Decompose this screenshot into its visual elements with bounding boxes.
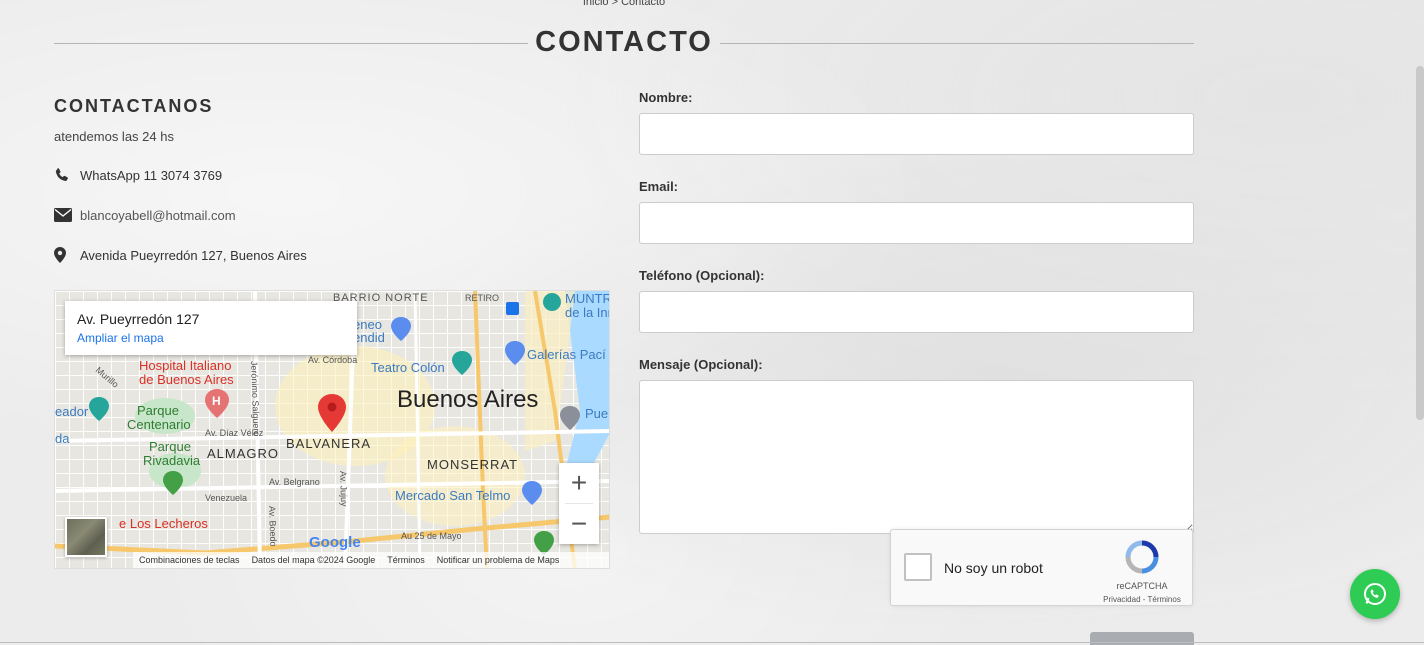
map-label-geneo-2: endid bbox=[353, 330, 385, 345]
message-field[interactable] bbox=[639, 380, 1194, 534]
recaptcha-widget: No soy un robot reCAPTCHA Privacidad - T… bbox=[890, 529, 1193, 606]
title-divider-left bbox=[54, 43, 528, 44]
map-label-av-boedo: Av. Boedo bbox=[267, 506, 278, 547]
map-label-almagro: ALMAGRO bbox=[207, 446, 279, 461]
map-label-teatro-colon: Teatro Colón bbox=[371, 360, 445, 375]
museum-icon bbox=[543, 293, 561, 311]
map-label-av-cordoba: Av. Córdoba bbox=[308, 355, 357, 365]
breadcrumb-home[interactable]: Inicio bbox=[583, 0, 609, 8]
map-label-hospital-2: de Buenos Aires bbox=[139, 372, 234, 387]
map-label-mercado: Mercado San Telmo bbox=[395, 488, 510, 503]
map-terms-link[interactable]: Términos bbox=[387, 555, 425, 565]
contact-heading: CONTACTANOS bbox=[54, 96, 214, 116]
map-data-credit: Datos del mapa ©2024 Google bbox=[251, 555, 376, 565]
map-label-muntref-1: MUNTR bbox=[565, 291, 610, 306]
map-label-retiro: RETIRO bbox=[465, 293, 499, 303]
contact-phone-row: WhatsApp 11 3074 3769 bbox=[54, 166, 610, 184]
envelope-icon bbox=[54, 208, 80, 222]
breadcrumb: Inicio > Contacto bbox=[0, 0, 1248, 8]
contact-email-row: blancoyabell@hotmail.com bbox=[54, 206, 610, 224]
map-label-venezuela: Venezuela bbox=[205, 493, 247, 503]
location-pin-icon bbox=[54, 247, 80, 263]
recaptcha-brand: reCAPTCHA bbox=[1116, 581, 1168, 591]
contact-address: Avenida Pueyrredón 127, Buenos Aires bbox=[80, 247, 307, 263]
map-enlarge-link[interactable]: Ampliar el mapa bbox=[77, 331, 345, 345]
map-zoom-controls: + − bbox=[559, 463, 599, 544]
recaptcha-icon bbox=[1125, 540, 1159, 574]
email-label: Email: bbox=[639, 179, 679, 194]
map-label-av-jujuy: Av. Jujuy bbox=[338, 471, 349, 508]
contact-email[interactable]: blancoyabell@hotmail.com bbox=[80, 208, 236, 223]
whatsapp-button[interactable] bbox=[1350, 569, 1400, 619]
contact-info: CONTACTANOS atendemos las 24 hs WhatsApp… bbox=[54, 96, 610, 286]
map-card-address: Av. Pueyrredón 127 bbox=[77, 311, 200, 327]
map-label-balvanera: BALVANERA bbox=[286, 436, 371, 451]
zoom-in-button[interactable]: + bbox=[559, 463, 599, 503]
whatsapp-icon bbox=[1364, 583, 1386, 605]
map-label-parque-rivadavia-2: Rivadavia bbox=[143, 453, 201, 468]
message-label: Mensaje (Opcional): bbox=[639, 357, 763, 372]
map-info-card: Av. Pueyrredón 127 Ampliar el mapa bbox=[65, 301, 357, 355]
contact-address-row: Avenida Pueyrredón 127, Buenos Aires bbox=[54, 246, 610, 264]
footer-divider bbox=[0, 642, 1424, 643]
svg-text:H: H bbox=[212, 394, 221, 408]
zoom-out-button[interactable]: − bbox=[559, 504, 599, 544]
map-label-au-25-mayo: Au 25 de Mayo bbox=[401, 531, 462, 541]
map-label-parque-centenario-2: Centenario bbox=[127, 417, 191, 432]
map-label-buenos-aires: Buenos Aires bbox=[397, 386, 538, 413]
map-label-hospital-1: Hospital Italiano bbox=[139, 358, 232, 373]
submit-button[interactable] bbox=[1090, 632, 1194, 645]
name-field[interactable] bbox=[639, 113, 1194, 155]
satellite-toggle[interactable] bbox=[65, 517, 107, 557]
title-row: CONTACTO bbox=[54, 26, 1194, 62]
phone-label: Teléfono (Opcional): bbox=[639, 268, 765, 283]
map-label-galerias: Galerías Pací bbox=[527, 347, 606, 362]
recaptcha-logo: reCAPTCHA Privacidad - Términos bbox=[1102, 540, 1182, 604]
map-label-eador: eador bbox=[55, 404, 89, 419]
breadcrumb-current: Contacto bbox=[621, 0, 666, 8]
map-label-muntref-2: de la Inm bbox=[565, 305, 610, 320]
map-footer: Combinaciones de teclas Datos del mapa ©… bbox=[133, 552, 609, 568]
recaptcha-checkbox[interactable] bbox=[904, 553, 932, 581]
contact-phone[interactable]: WhatsApp 11 3074 3769 bbox=[80, 168, 222, 183]
recaptcha-links[interactable]: Privacidad - Términos bbox=[1102, 595, 1182, 604]
page-scrollbar[interactable] bbox=[1416, 66, 1424, 420]
contact-hours: atendemos las 24 hs bbox=[54, 129, 174, 144]
contact-form: Nombre: Email: Teléfono (Opcional): Mens… bbox=[639, 90, 1194, 534]
google-logo: Google bbox=[309, 534, 361, 551]
page-title: CONTACTO bbox=[535, 26, 713, 58]
phone-field[interactable] bbox=[639, 291, 1194, 333]
name-label: Nombre: bbox=[639, 90, 693, 105]
title-divider-right bbox=[720, 43, 1194, 44]
map-label-parque-centenario-1: Parque bbox=[137, 403, 179, 418]
map-label-av-belgrano: Av. Belgrano bbox=[269, 477, 320, 487]
breadcrumb-separator: > bbox=[611, 0, 619, 8]
map-label-da: da bbox=[55, 431, 70, 446]
phone-icon bbox=[54, 167, 80, 183]
recaptcha-label: No soy un robot bbox=[944, 560, 1043, 576]
map-label-pue: Pue bbox=[585, 406, 608, 421]
email-field[interactable] bbox=[639, 202, 1194, 244]
map-label-monserrat: MONSERRAT bbox=[427, 457, 518, 472]
map-label-parque-rivadavia-1: Parque bbox=[149, 439, 191, 454]
map-report-link[interactable]: Notificar un problema de Maps bbox=[437, 555, 560, 565]
google-logo-text: Google bbox=[309, 534, 361, 551]
map-keyboard-shortcuts[interactable]: Combinaciones de teclas bbox=[139, 555, 240, 565]
map-label-lecheros: e Los Lecheros bbox=[119, 516, 208, 531]
embedded-map[interactable]: BARRIO NORTE RETIRO MUNTR de la Inm eneo… bbox=[54, 290, 610, 569]
